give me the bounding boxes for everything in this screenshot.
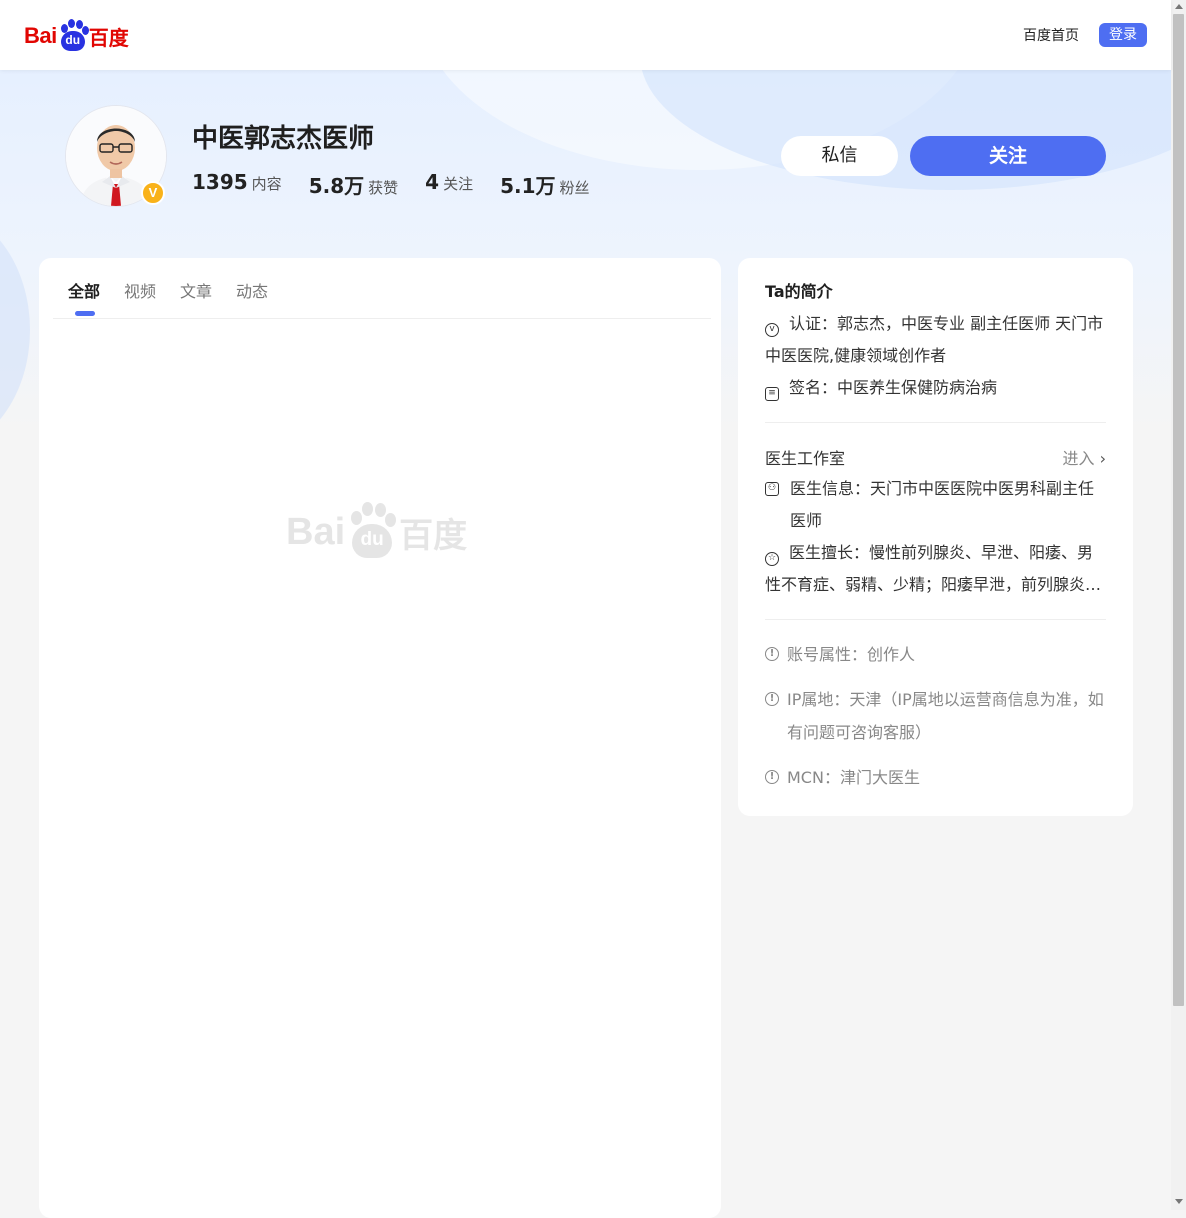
verified-badge-icon: V: [141, 181, 165, 205]
certification-row: v 认证：郭志杰，中医专业 副主任医师 天门市中医医院,健康领域创作者: [765, 308, 1106, 372]
stat-content[interactable]: 1395 内容: [192, 170, 282, 199]
placeholder-logo-cn: 百度: [399, 515, 468, 556]
content-card: 全部 视频 文章 动态 Bai du 百度: [39, 258, 721, 1218]
content-tabs: 全部 视频 文章 动态: [68, 278, 292, 316]
profile-stats: 1395 内容 5.8万 获赞 4 关注 5.1万 粉丝: [192, 170, 617, 199]
signature-row: ≡ 签名：中医养生保健防病治病: [765, 372, 1106, 404]
ip-location-row: ! IP属地：天津（IP属地以运营商信息为准，如有问题可咨询客服）: [765, 683, 1106, 749]
tab-dynamic[interactable]: 动态: [236, 278, 268, 302]
stat-content-label: 内容: [251, 175, 282, 193]
studio-title: 医生工作室: [765, 449, 846, 468]
stat-likes: 5.8万 获赞: [309, 170, 398, 199]
mcn-text: MCN：津门大医生: [787, 768, 920, 787]
login-button[interactable]: 登录: [1099, 23, 1147, 47]
doctor-person-icon: ⚇: [765, 482, 779, 496]
tabs-divider: [53, 318, 711, 319]
stat-fans-label: 粉丝: [559, 179, 590, 197]
stat-content-number: 1395: [192, 170, 248, 194]
studio-enter-label: 进入: [1062, 449, 1095, 468]
specialty-row: ☆ 医生擅长：慢性前列腺炎、早泄、阳痿、男性不育症、弱精、少精；阳痿早泄，前列腺炎…: [765, 537, 1106, 601]
profile-name: 中医郭志杰医师: [192, 124, 375, 154]
stat-likes-label: 获赞: [368, 179, 399, 197]
section-divider: [765, 422, 1106, 423]
baidu-logo[interactable]: Bai du 百度: [24, 18, 129, 54]
signature-note-icon: ≡: [765, 387, 779, 401]
placeholder-paw-text: du: [360, 529, 384, 550]
logo-latin: Bai: [24, 23, 57, 48]
studio-enter-link[interactable]: 进入 ›: [1062, 445, 1106, 469]
tab-all[interactable]: 全部: [68, 278, 100, 316]
paw-icon: du: [58, 19, 89, 53]
info-icon: !: [765, 647, 779, 661]
placeholder-paw-icon: du: [347, 502, 397, 562]
baidu-home-link[interactable]: 百度首页: [1023, 25, 1079, 45]
stat-following-number: 4: [425, 170, 440, 194]
specialty-text: 医生擅长：慢性前列腺炎、早泄、阳痿、男性不育症、弱精、少精；阳痿早泄，前列腺炎，…: [765, 543, 1102, 594]
stat-likes-number: 5.8万: [308, 174, 365, 198]
verified-check-icon: v: [765, 323, 779, 337]
stat-fans[interactable]: 5.1万 粉丝: [500, 170, 589, 199]
placeholder-logo-latin: Bai: [286, 510, 346, 553]
studio-header: 医生工作室 进入 ›: [765, 441, 1106, 473]
mcn-row: ! MCN：津门大医生: [765, 761, 1106, 794]
doctor-info-row: ⚇ 医生信息：天门市中医医院中医男科副主任医师: [765, 473, 1106, 537]
stat-fans-number: 5.1万: [500, 174, 556, 198]
follow-button[interactable]: 关注: [910, 136, 1106, 176]
section-divider-2: [765, 619, 1106, 620]
top-header: Bai du 百度 百度首页 登录: [0, 0, 1171, 70]
account-attribute-row: ! 账号属性：创作人: [765, 638, 1106, 671]
signature-text: 签名：中医养生保健防病治病: [789, 378, 998, 397]
intro-card: Ta的简介 v 认证：郭志杰，中医专业 副主任医师 天门市中医医院,健康领域创作者…: [738, 258, 1133, 816]
stat-following[interactable]: 4 关注: [425, 170, 473, 199]
star-badge-icon: ☆: [765, 552, 779, 566]
private-message-button[interactable]: 私信: [781, 136, 898, 176]
info-icon: !: [765, 692, 779, 706]
scroll-up-arrow-icon[interactable]: [1175, 4, 1183, 9]
tab-article[interactable]: 文章: [180, 278, 212, 302]
stat-following-label: 关注: [443, 175, 474, 193]
tab-video[interactable]: 视频: [124, 278, 156, 302]
scrollbar-thumb[interactable]: [1173, 14, 1184, 1006]
loading-placeholder-logo: Bai du 百度: [286, 501, 476, 563]
ip-location-text: IP属地：天津（IP属地以运营商信息为准，如有问题可咨询客服）: [787, 690, 1104, 742]
scroll-down-arrow-icon[interactable]: [1175, 1199, 1183, 1204]
doctor-info-text: 医生信息：天门市中医医院中医男科副主任医师: [790, 479, 1095, 530]
account-attribute-text: 账号属性：创作人: [787, 645, 916, 664]
certification-text: 认证：郭志杰，中医专业 副主任医师 天门市中医医院,健康领域创作者: [765, 314, 1104, 365]
intro-title: Ta的简介: [765, 282, 833, 301]
logo-paw-text: du: [65, 33, 81, 47]
chevron-right-icon: ›: [1099, 449, 1106, 468]
logo-cn: 百度: [88, 25, 129, 50]
info-icon: !: [765, 770, 779, 784]
